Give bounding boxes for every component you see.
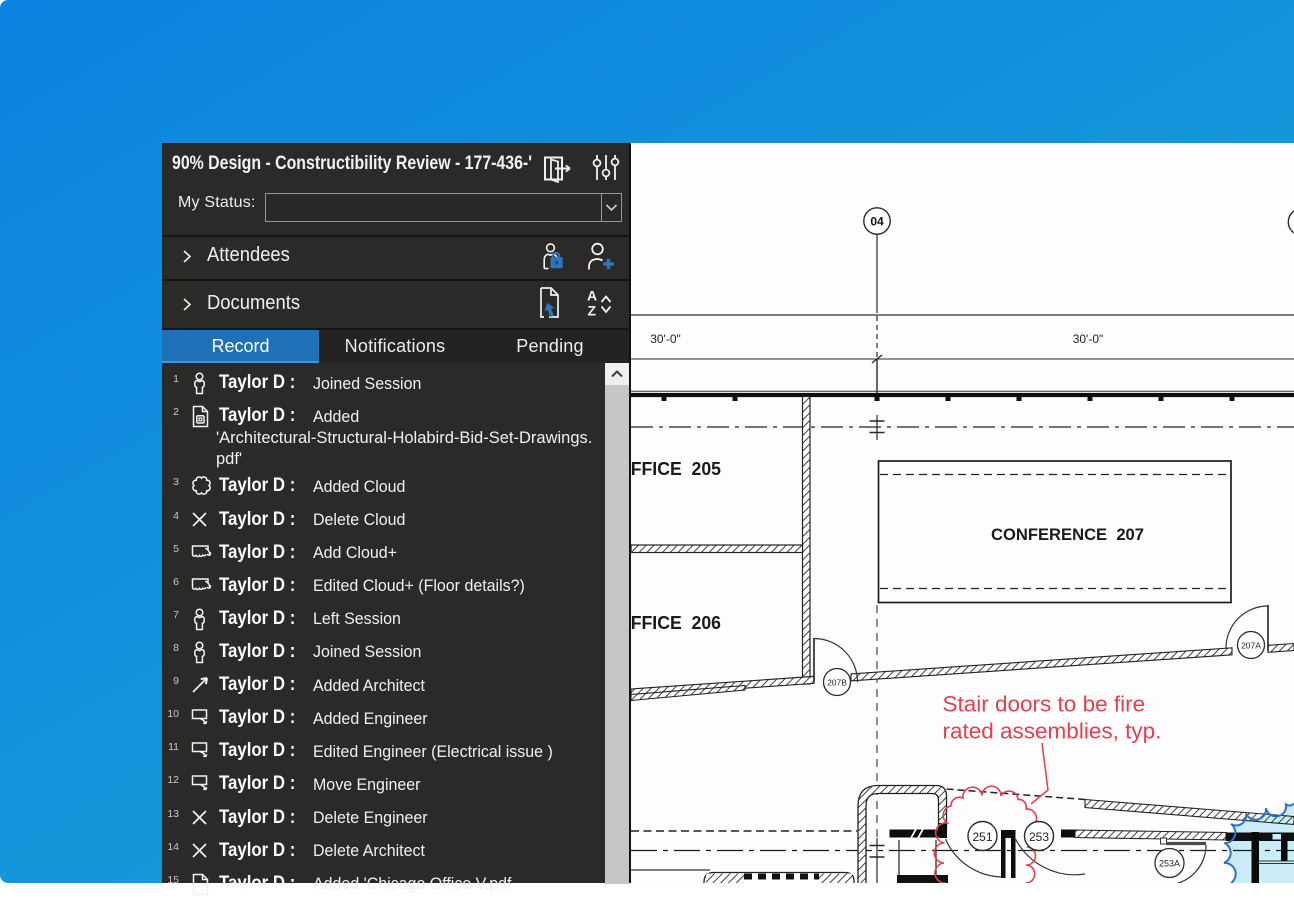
svg-text:04: 04	[870, 215, 884, 229]
svg-text:253: 253	[1029, 830, 1049, 844]
svg-text:253A: 253A	[1159, 859, 1180, 869]
svg-text:OFFICE 206: OFFICE 206	[631, 612, 721, 633]
svg-text:CONFERENCE 207: CONFERENCE 207	[991, 525, 1144, 544]
svg-text:30'-0": 30'-0"	[1073, 332, 1104, 346]
svg-text:rated assemblies, typ.: rated assemblies, typ.	[943, 719, 1162, 744]
svg-text:OFFICE 205: OFFICE 205	[631, 458, 721, 479]
svg-text:Z: Z	[588, 303, 597, 319]
svg-text:207A: 207A	[1241, 641, 1261, 651]
svg-text:Stair doors to be fire: Stair doors to be fire	[943, 692, 1146, 717]
svg-text:30'-0": 30'-0"	[650, 332, 681, 346]
svg-text:A: A	[587, 288, 597, 304]
svg-text:251: 251	[972, 830, 992, 844]
svg-text:207B: 207B	[827, 678, 847, 688]
